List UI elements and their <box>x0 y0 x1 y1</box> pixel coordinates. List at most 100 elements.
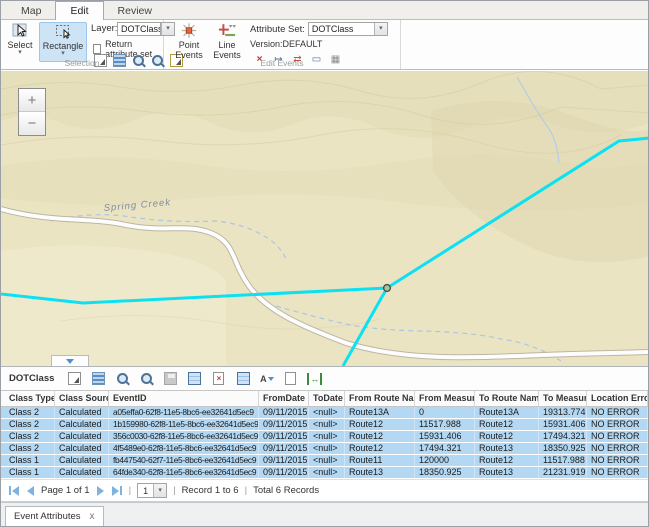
version-label: Version:DEFAULT <box>250 39 322 49</box>
table-cell: Route13A <box>475 407 539 418</box>
column-header[interactable]: To Measure <box>539 391 587 406</box>
column-header[interactable]: FromDate <box>259 391 309 406</box>
column-header[interactable]: EventID <box>109 391 259 406</box>
pan-to-selection-icon[interactable] <box>139 371 154 386</box>
switch-selection-icon[interactable] <box>187 371 202 386</box>
table-row[interactable]: Class 1Calculated64fde340-62f8-11e5-8bc6… <box>1 467 648 479</box>
line-events-label: Line Events <box>210 40 244 60</box>
table-cell: 356c0030-62f8-11e5-8bc6-ee32641d5ec9 <box>109 431 259 442</box>
column-header[interactable]: Location Error <box>587 391 648 406</box>
zoom-in-button[interactable]: + <box>19 89 45 112</box>
table-cell: 18350.925 <box>415 467 475 478</box>
panel-tab-bar: Event Attributes x <box>1 502 648 526</box>
select-tool-button[interactable]: Select ▾ <box>4 22 36 62</box>
table-row[interactable]: Class 2Calculated4f5489e0-62f8-11e5-8bc6… <box>1 443 648 455</box>
table-cell: NO ERROR <box>587 467 648 478</box>
column-header[interactable]: To Route Name <box>475 391 539 406</box>
table-body: Class 2Calculateda05effa0-62f8-11e5-8bc6… <box>1 407 648 479</box>
zoom-to-selection-icon[interactable] <box>115 371 130 386</box>
ribbon: Select ▾ Rectangle ▾ Layer: DOTClass ▾ <box>1 20 648 70</box>
table-cell: Route12 <box>475 419 539 430</box>
ribbon-tab-bar: Map Edit Review <box>1 1 648 20</box>
previous-page-button[interactable] <box>26 486 35 496</box>
chevron-down-icon: ▾ <box>379 26 383 32</box>
table-cell: Route13 <box>475 467 539 478</box>
route-junction-marker[interactable] <box>384 285 391 292</box>
map-canvas[interactable]: Spring Creek + − <box>1 71 648 366</box>
table-cell: 09/11/2015 <box>259 419 309 430</box>
table-row[interactable]: Class 1Calculatedfb447540-62f7-11e5-8bc6… <box>1 455 648 467</box>
select-records-icon[interactable] <box>67 371 82 386</box>
select-cursor-icon <box>12 22 29 39</box>
export-records-icon[interactable]: × <box>211 371 226 386</box>
attribute-set-value: DOTClass <box>309 24 374 34</box>
table-row[interactable]: Class 2Calculated356c0030-62f8-11e5-8bc6… <box>1 431 648 443</box>
table-cell: Route12 <box>475 431 539 442</box>
panel-collapse-handle[interactable] <box>51 355 89 366</box>
next-page-button[interactable] <box>96 486 105 496</box>
point-events-button[interactable]: Point Events <box>171 22 207 62</box>
chevron-down-icon: ▾ <box>158 488 162 494</box>
table-cell: 15931.406 <box>539 419 587 430</box>
table-cell: 09/11/2015 <box>259 431 309 442</box>
table-cell: 4f5489e0-62f8-11e5-8bc6-ee32641d5ec9 <box>109 443 259 454</box>
table-cell: fb447540-62f7-11e5-8bc6-ee32641d5ec9 <box>109 455 259 466</box>
table-cell: NO ERROR <box>587 407 648 418</box>
table-row[interactable]: Class 2Calculateda05effa0-62f8-11e5-8bc6… <box>1 407 648 419</box>
page-number-select[interactable]: 1 ▾ <box>137 483 167 498</box>
table-cell: Class 1 <box>5 467 55 478</box>
table-cell: Route13 <box>475 443 539 454</box>
table-cell: Class 2 <box>5 407 55 418</box>
column-header[interactable]: Class Source <box>55 391 109 406</box>
attribute-set-select[interactable]: DOTClass ▾ <box>308 22 388 36</box>
table-cell: 18350.925 <box>539 443 587 454</box>
table-cell: 19313.774 <box>539 407 587 418</box>
measure-event-icon[interactable]: ↔ <box>307 373 322 385</box>
table-cell: Class 1 <box>5 455 55 466</box>
table-cell: NO ERROR <box>587 419 648 430</box>
table-cell: Class 2 <box>5 431 55 442</box>
line-events-button[interactable]: Line Events <box>210 22 244 62</box>
table-cell: Calculated <box>55 431 109 442</box>
tab-edit[interactable]: Edit <box>55 1 103 20</box>
table-cell: NO ERROR <box>587 431 648 442</box>
attribute-set-label: Attribute Set: <box>250 24 305 35</box>
table-cell: 09/11/2015 <box>259 443 309 454</box>
table-cell: Route12 <box>475 455 539 466</box>
zoom-out-button[interactable]: − <box>19 112 45 135</box>
table-row[interactable]: Class 2Calculated1b159980-62f8-11e5-8bc6… <box>1 419 648 431</box>
line-events-icon <box>218 22 236 39</box>
table-toolbar: DOTClass × + A ↔ <box>1 367 648 390</box>
column-header[interactable]: From Measure <box>415 391 475 406</box>
column-header[interactable]: From Route Name <box>345 391 415 406</box>
table-cell: <null> <box>309 431 345 442</box>
show-records-icon[interactable] <box>91 371 106 386</box>
page-number-value: 1 <box>138 486 153 496</box>
tab-review[interactable]: Review <box>104 2 166 19</box>
append-records-icon[interactable]: + <box>235 371 250 386</box>
tab-map[interactable]: Map <box>7 2 55 19</box>
edit-events-group-label: Edit Events <box>164 58 400 68</box>
column-header[interactable]: ToDate <box>309 391 345 406</box>
table-cell: 21231.919 <box>539 467 587 478</box>
point-events-label: Point Events <box>171 40 207 60</box>
close-icon[interactable]: x <box>90 512 95 521</box>
table-cell: <null> <box>309 455 345 466</box>
total-records-label: Total 6 Records <box>253 485 319 496</box>
table-cell: Calculated <box>55 407 109 418</box>
table-cell: 17494.321 <box>415 443 475 454</box>
last-page-button[interactable] <box>111 486 123 496</box>
rectangle-tool-button[interactable]: Rectangle ▾ <box>39 22 87 62</box>
first-page-button[interactable] <box>8 486 20 496</box>
page-indicator: Page 1 of 1 <box>41 485 90 496</box>
sort-records-icon[interactable]: A <box>259 371 274 386</box>
attributes-window-icon[interactable] <box>283 371 298 386</box>
table-cell: 17494.321 <box>539 431 587 442</box>
layer-label: Layer: <box>91 23 117 34</box>
tab-event-attributes[interactable]: Event Attributes x <box>5 506 104 526</box>
layer-select[interactable]: DOTClass <box>117 22 161 36</box>
table-cell: Route13A <box>345 407 415 418</box>
save-edits-icon[interactable] <box>163 371 178 386</box>
table-cell: <null> <box>309 407 345 418</box>
column-header[interactable]: Class Type <box>5 391 55 406</box>
